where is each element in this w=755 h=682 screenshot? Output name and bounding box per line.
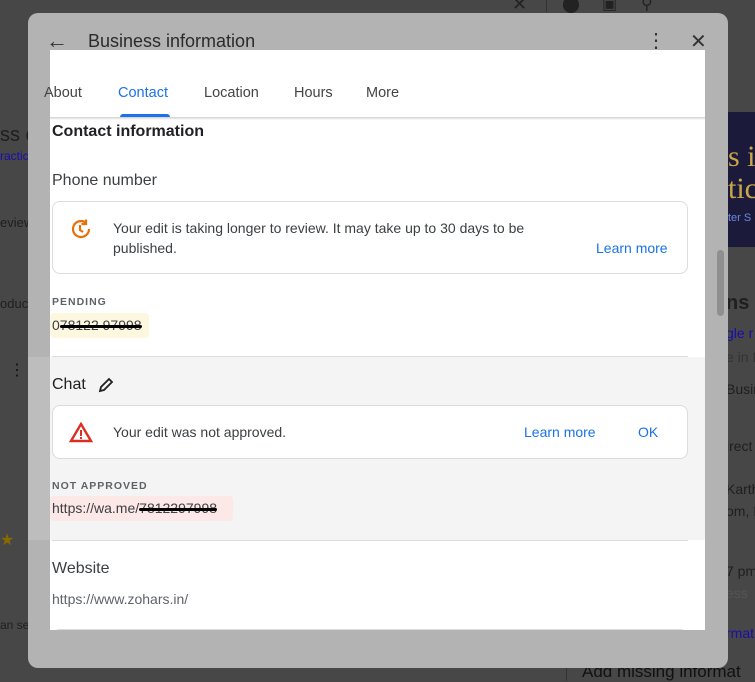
redacted-phone: 78122 97998 (59, 317, 142, 333)
ok-button[interactable]: OK (638, 424, 658, 440)
bg-text: tic (728, 172, 755, 205)
bg-star-icon: ★ (0, 532, 15, 549)
chat-learn-more-link[interactable]: Learn more (524, 424, 596, 440)
bg-link[interactable]: rmatio (726, 625, 755, 641)
bg-text: e in K (726, 349, 755, 365)
not-approved-text: Your edit was not approved. (113, 424, 287, 440)
website-value: https://www.zohars.in/ (52, 591, 189, 607)
bg-text: Karth (726, 481, 755, 497)
not-approved-chat-value: https://wa.me/7812297998 (50, 496, 233, 521)
bg-text: ns (726, 292, 750, 314)
phone-learn-more-link[interactable]: Learn more (596, 240, 668, 256)
phone-prefix: 0 (52, 317, 60, 333)
redacted-chat-number: 7812297998 (139, 500, 218, 516)
tab-bar-shadow (50, 117, 705, 120)
section-title: Contact information (52, 123, 204, 140)
bg-text: an se (0, 618, 28, 632)
bg-link: ractic (0, 149, 28, 163)
tab-hours[interactable]: Hours (294, 85, 333, 101)
chat-not-approved-notice: Your edit was not approved. Learn more O… (52, 405, 688, 459)
divider (52, 540, 688, 541)
website-heading: Website (52, 560, 110, 577)
pending-status-label: PENDING (52, 296, 107, 308)
bg-text: ss c (0, 124, 28, 146)
phone-heading: Phone number (52, 172, 157, 189)
background-search-icon: ⚲ (641, 0, 653, 13)
bg-text: Busin (726, 381, 755, 397)
pending-phone-value: 078122 97998 (50, 313, 149, 338)
bg-text: om, I (726, 503, 755, 519)
highlight-band-left (28, 357, 50, 540)
warning-icon (69, 422, 93, 443)
tab-more[interactable]: More (366, 85, 399, 101)
pending-notice-text: Your edit is taking longer to review. It… (113, 220, 525, 256)
divider (52, 356, 688, 357)
bg-text: 7 pm (726, 563, 755, 579)
active-tab-indicator (120, 114, 170, 117)
tab-bar-bg (50, 50, 705, 117)
scrollbar[interactable] (717, 250, 724, 316)
bg-link[interactable]: gle r (726, 325, 753, 341)
bg-text: s i (728, 140, 755, 173)
bg-text: ess (726, 585, 748, 601)
bg-text: oduc (0, 296, 28, 311)
phone-pending-notice: Your edit is taking longer to review. It… (52, 201, 688, 274)
background-divider (546, 0, 547, 12)
bg-more-icon: ⋮ (9, 362, 25, 379)
edit-pencil-icon[interactable] (97, 376, 115, 394)
chat-heading: Chat (52, 376, 86, 393)
business-information-dialog: ← Business information ⋮ ✕ Contact infor… (28, 13, 728, 668)
bg-text: ter S (728, 212, 752, 224)
bg-text: eview (0, 215, 28, 230)
tab-location[interactable]: Location (204, 85, 259, 101)
dialog-title: Business information (88, 31, 256, 51)
next-card (52, 629, 688, 630)
not-approved-status-label: NOT APPROVED (52, 480, 148, 492)
contact-panel: Contact information Phone number Your ed… (50, 50, 705, 630)
pending-clock-icon (71, 219, 91, 239)
bg-text: irect (726, 438, 753, 454)
tab-contact[interactable]: Contact (118, 85, 168, 101)
background-lens-icon: ▣ (602, 0, 618, 13)
background-location-icon: ⬤ (562, 0, 580, 13)
tab-about[interactable]: About (44, 85, 82, 101)
chat-prefix: https://wa.me/ (52, 500, 140, 516)
